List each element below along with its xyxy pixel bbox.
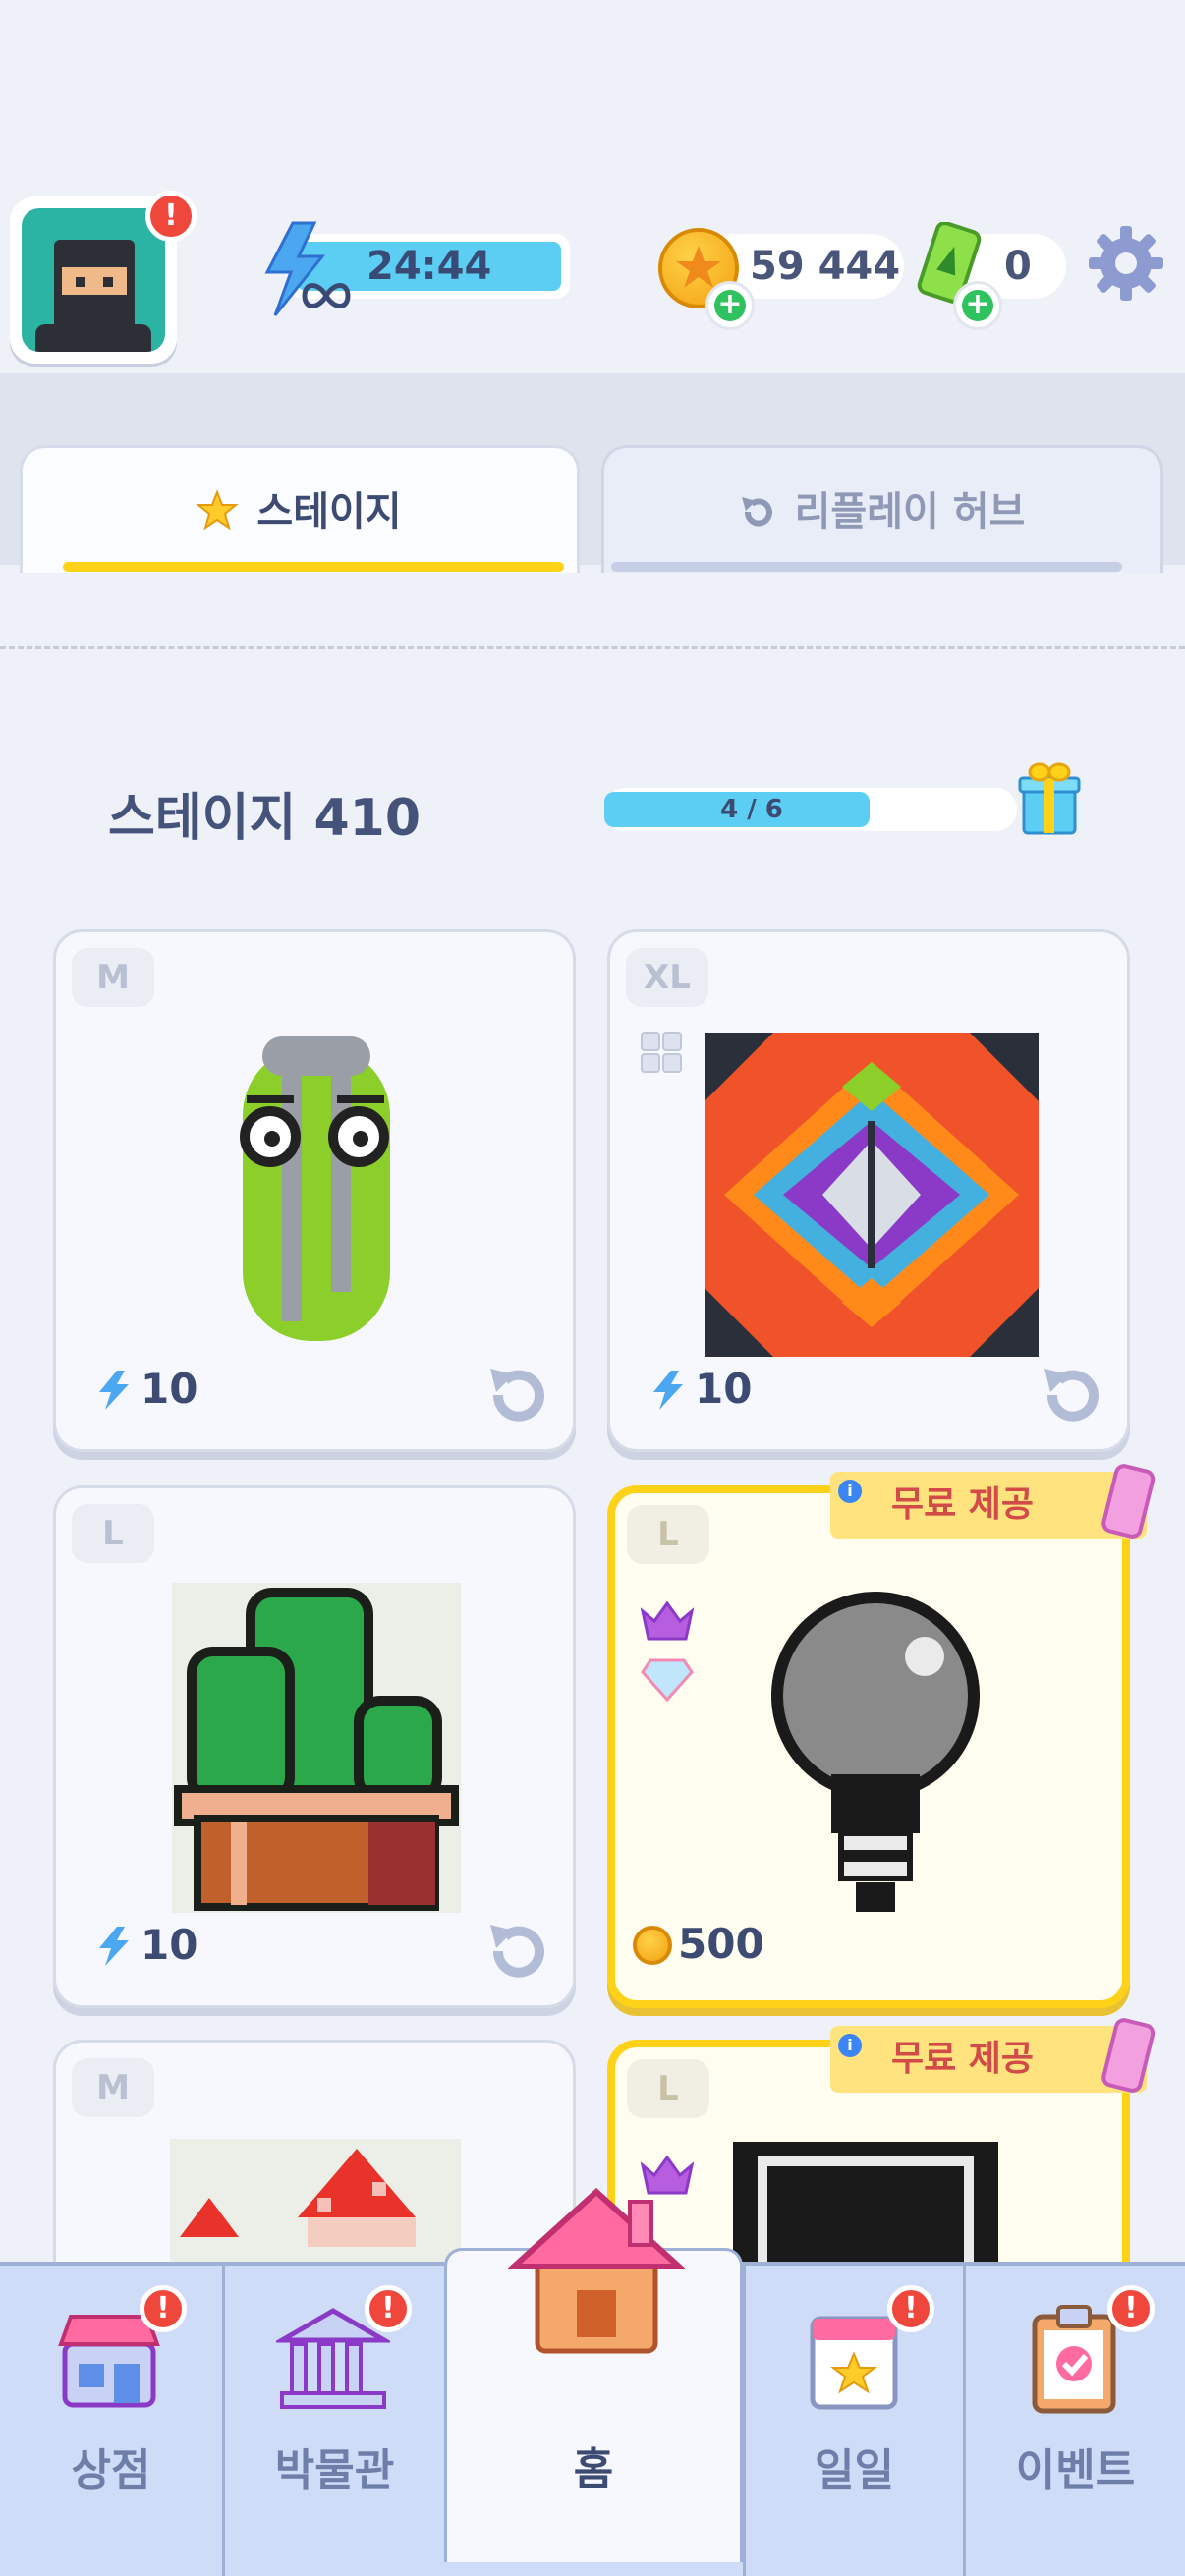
info-icon: i bbox=[838, 2034, 862, 2057]
paperclip-pixel-art-icon bbox=[240, 1036, 390, 1341]
stage-progress-text: 4 / 6 bbox=[720, 795, 783, 824]
bolt-icon bbox=[99, 1927, 129, 1966]
active-tab-indicator bbox=[63, 562, 564, 572]
nav-daily-label: 일일 bbox=[815, 2445, 894, 2495]
coin-icon bbox=[633, 1926, 672, 1965]
stage-progress-bar: 4 / 6 bbox=[604, 788, 1017, 831]
replay-icon[interactable] bbox=[482, 1359, 555, 1431]
nav-museum-label: 박물관 bbox=[274, 2445, 395, 2495]
pink-ticket-icon bbox=[1101, 2018, 1156, 2093]
coin-balance-value: 59 444 bbox=[750, 244, 901, 289]
size-tag: XL bbox=[626, 948, 708, 1007]
coin-cost: 500 bbox=[633, 1920, 764, 1969]
daily-calendar-icon bbox=[810, 2316, 898, 2410]
stage-title: 스테이지 410 bbox=[108, 789, 422, 848]
tab-replay-hub[interactable]: 리플레이 허브 bbox=[601, 445, 1163, 573]
nav-museum[interactable]: ! 박물관 bbox=[222, 2262, 444, 2576]
free-offer-banner[interactable]: i 무료 제공 bbox=[830, 2018, 1156, 2093]
grid-icon bbox=[641, 1032, 682, 1073]
size-tag: L bbox=[627, 1505, 709, 1564]
info-icon: i bbox=[838, 1480, 862, 1503]
size-tag: M bbox=[72, 948, 154, 1007]
stage-card-cactus[interactable]: L 10 bbox=[53, 1485, 576, 2008]
tab-stage-label: 스테이지 bbox=[256, 489, 402, 534]
replay-icon[interactable] bbox=[482, 1915, 555, 1988]
diamond-icon bbox=[641, 1658, 694, 1702]
size-tag: L bbox=[72, 1504, 154, 1563]
gift-reward-icon[interactable] bbox=[1018, 758, 1081, 837]
star-icon bbox=[196, 489, 239, 531]
size-tag: M bbox=[72, 2058, 154, 2117]
nav-home-label: 홈 bbox=[573, 2444, 614, 2494]
nav-shop-label: 상점 bbox=[71, 2445, 151, 2495]
energy-cost: 10 bbox=[95, 1365, 198, 1414]
cactus-pixel-art-icon bbox=[172, 1583, 461, 1913]
mandala-pixel-art-icon bbox=[705, 1033, 1039, 1357]
stage-card-lightbulb[interactable]: L 500 bbox=[607, 1485, 1130, 2008]
top-header bbox=[0, 0, 1185, 373]
inactive-tab-indicator bbox=[611, 562, 1122, 572]
avatar-alert-badge: ! bbox=[145, 191, 197, 242]
energy-cost: 10 bbox=[649, 1365, 752, 1414]
plus-icon: + bbox=[714, 290, 746, 321]
lightbulb-pixel-art-icon bbox=[771, 1592, 980, 1912]
bolt-icon bbox=[653, 1371, 683, 1410]
add-tickets-button[interactable]: + bbox=[953, 281, 1002, 330]
tab-replay-hub-label: 리플레이 허브 bbox=[794, 489, 1026, 534]
free-offer-banner[interactable]: i 무료 제공 bbox=[830, 1464, 1156, 1539]
stage-card-paperclip[interactable]: M 10 bbox=[53, 929, 576, 1452]
nav-event-label: 이벤트 bbox=[1015, 2445, 1136, 2495]
tab-stage[interactable]: 스테이지 bbox=[20, 445, 580, 573]
energy-infinite-bolt-icon bbox=[264, 221, 351, 316]
ticket-balance-value: 0 bbox=[1004, 244, 1032, 289]
daily-alert-badge: ! bbox=[887, 2285, 934, 2332]
nav-event[interactable]: ! 이벤트 bbox=[963, 2262, 1185, 2576]
replay-icon bbox=[742, 497, 772, 527]
ninja-avatar-icon bbox=[22, 208, 165, 352]
nav-shop[interactable]: ! 상점 bbox=[0, 2262, 222, 2576]
pink-ticket-icon bbox=[1101, 1464, 1156, 1539]
nav-home[interactable]: 홈 bbox=[444, 2188, 743, 2562]
nav-daily[interactable]: ! 일일 bbox=[743, 2262, 963, 2576]
stage-card-mandala[interactable]: XL 10 bbox=[607, 929, 1130, 1452]
crown-icon bbox=[641, 1601, 694, 1641]
bolt-icon bbox=[99, 1371, 129, 1410]
event-alert-badge: ! bbox=[1107, 2285, 1155, 2332]
divider bbox=[0, 646, 1185, 649]
size-tag: L bbox=[627, 2059, 709, 2118]
add-coins-button[interactable]: + bbox=[705, 281, 755, 330]
museum-alert-badge: ! bbox=[365, 2285, 412, 2332]
replay-icon[interactable] bbox=[1037, 1359, 1109, 1431]
energy-cost: 10 bbox=[95, 1921, 198, 1970]
home-icon bbox=[508, 2188, 685, 2354]
plus-icon: + bbox=[962, 290, 993, 321]
settings-gear-icon[interactable] bbox=[1087, 224, 1165, 303]
shop-alert-badge: ! bbox=[140, 2285, 187, 2332]
